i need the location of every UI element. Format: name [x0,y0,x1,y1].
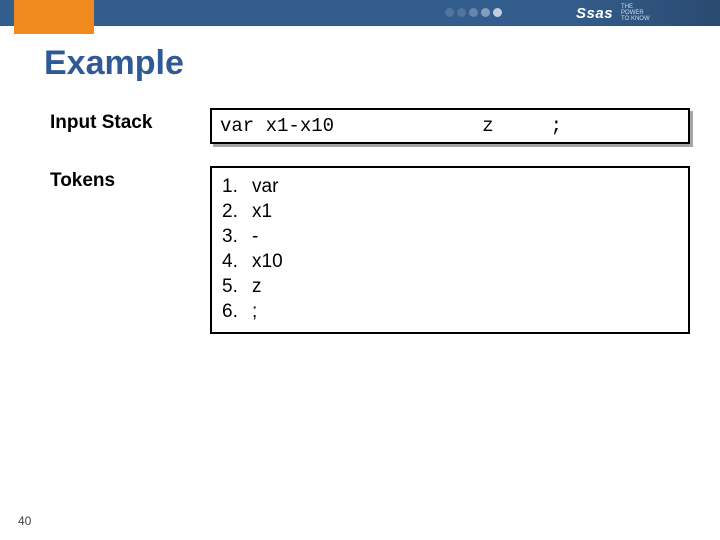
tagline-line: TO KNOW [621,16,650,22]
content-area: Input Stack var x1-x10 z ; Tokens 1. var [50,108,690,356]
input-stack-label: Input Stack [50,108,210,134]
token-value: x1 [248,199,272,224]
token-number: 2. [222,199,248,224]
input-stack-code: var x1-x10 z ; [212,110,688,142]
list-item: 2. x1 [222,199,678,224]
slide-number: 40 [18,514,31,528]
token-number: 6. [222,299,248,324]
token-value: z [248,274,262,299]
token-number: 4. [222,249,248,274]
page-title: Example [44,44,184,83]
token-number: 1. [222,174,248,199]
decorative-dots [445,8,502,17]
list-item: 1. var [222,174,678,199]
tokens-label: Tokens [50,166,210,192]
token-number: 3. [222,224,248,249]
sas-wordmark: Ssas [576,5,613,22]
token-number: 5. [222,274,248,299]
slide: Ssas THE POWER TO KNOW Example Input Sta… [0,0,720,540]
input-stack-row: Input Stack var x1-x10 z ; [50,108,690,144]
list-item: 6. ; [222,299,678,324]
orange-tab [14,0,94,34]
token-value: ; [248,299,257,324]
tokens-box: 1. var 2. x1 3. - 4. x10 [210,166,690,334]
input-stack-box: var x1-x10 z ; [210,108,690,144]
brand-tagline: THE POWER TO KNOW [621,4,650,22]
token-value: x10 [248,249,283,274]
brand-logo: Ssas THE POWER TO KNOW [570,0,720,26]
list-item: 3. - [222,224,678,249]
tokens-row: Tokens 1. var 2. x1 3. - [50,166,690,334]
token-value: - [248,224,258,249]
list-item: 4. x10 [222,249,678,274]
list-item: 5. z [222,274,678,299]
token-value: var [248,174,278,199]
